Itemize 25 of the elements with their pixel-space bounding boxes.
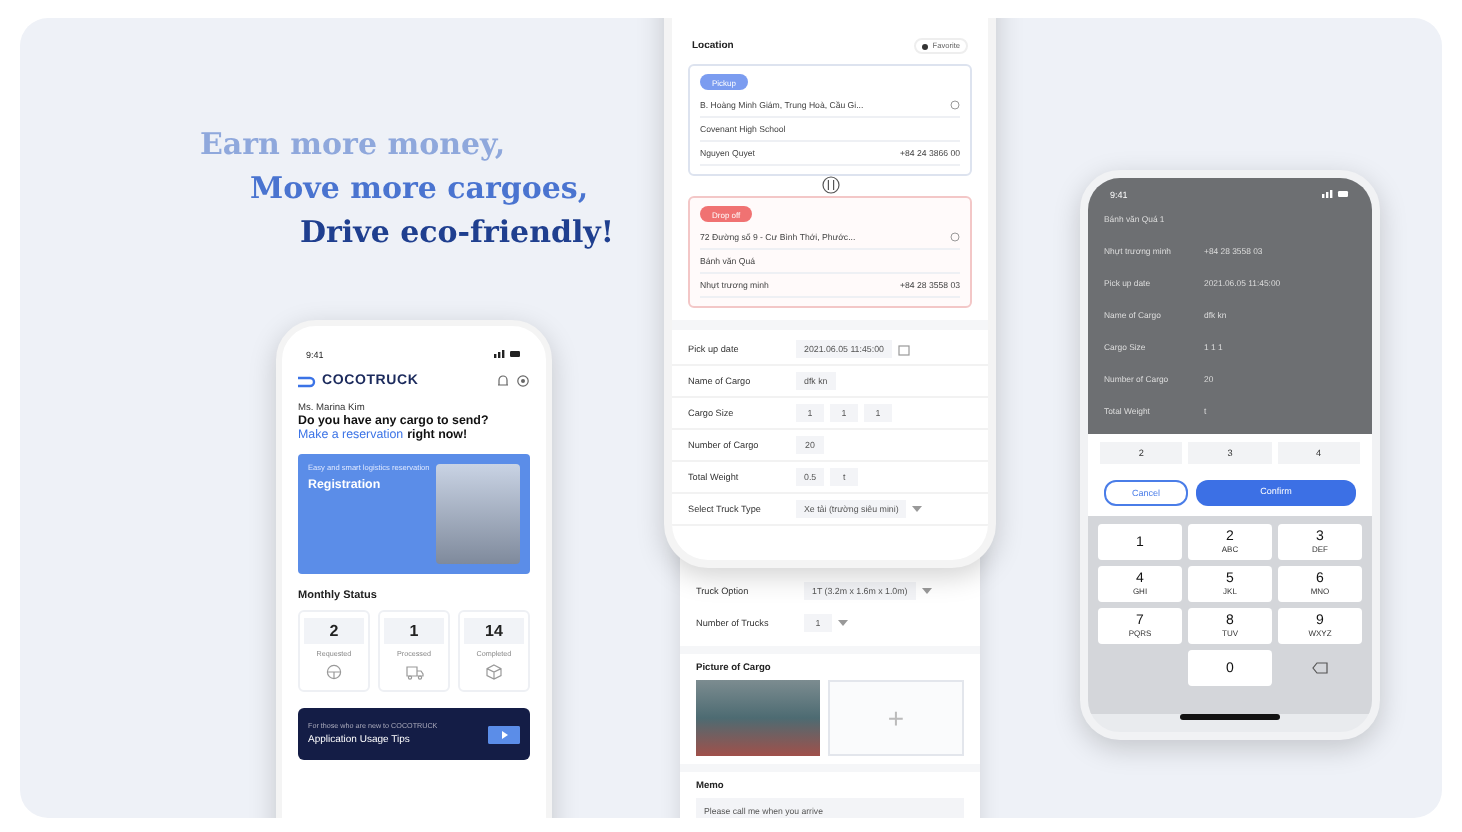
status-count: 14 <box>464 618 524 644</box>
calendar-icon[interactable] <box>897 343 910 355</box>
backspace-icon[interactable] <box>1312 662 1328 674</box>
truck-icon <box>405 664 423 680</box>
signal-battery-icon <box>1322 190 1350 199</box>
photo-placeholder <box>436 464 520 564</box>
bell-icon[interactable] <box>496 374 510 388</box>
dropdown-caret-icon[interactable] <box>921 587 932 593</box>
steering-wheel-icon <box>326 664 342 680</box>
status-count: 2 <box>304 618 364 644</box>
dropdown-caret-icon[interactable] <box>912 506 923 512</box>
play-icon[interactable] <box>488 725 520 743</box>
headline-line: Move more cargoes, <box>250 168 591 210</box>
headline-line: Earn more money, <box>200 124 508 166</box>
settings-icon[interactable] <box>516 374 530 388</box>
dot-icon <box>922 43 929 49</box>
headline-line: Drive eco-friendly! <box>300 212 614 254</box>
logo-icon <box>298 375 316 387</box>
swap-icon[interactable] <box>821 176 839 194</box>
dropdown-caret-icon[interactable] <box>838 619 848 625</box>
home-indicator <box>1180 714 1280 720</box>
photo-placeholder <box>696 680 820 756</box>
status-count: 1 <box>384 618 444 644</box>
signal-battery-icon <box>494 350 522 358</box>
box-icon <box>486 664 502 680</box>
